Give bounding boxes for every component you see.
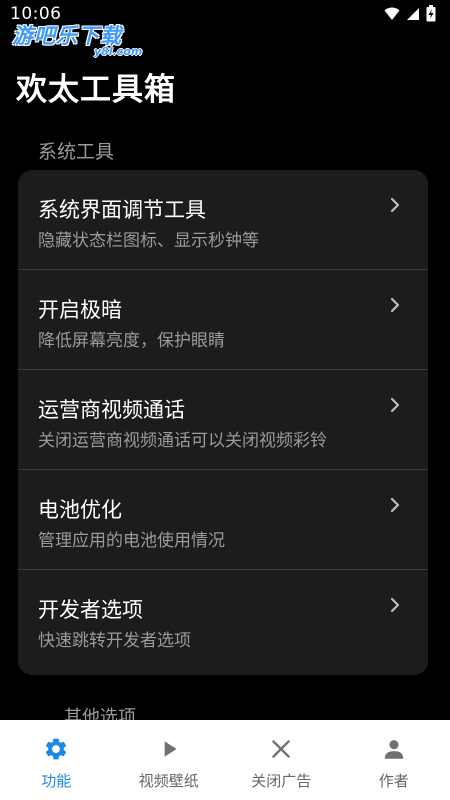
nav-item-video-wallpaper[interactable]: 视频壁纸 (113, 720, 226, 800)
nav-item-close-ads[interactable]: 关闭广告 (225, 720, 338, 800)
item-subtitle: 降低屏幕亮度，保护眼睛 (38, 331, 225, 351)
item-title: 开启极暗 (38, 298, 122, 322)
nav-label: 关闭广告 (251, 772, 312, 790)
list-item-developer-options[interactable]: 开发者选项 快速跳转开发者选项 (18, 570, 428, 670)
chevron-right-icon (390, 297, 400, 313)
status-icons (384, 5, 436, 22)
nav-label: 功能 (41, 772, 72, 790)
item-title: 电池优化 (38, 498, 122, 522)
nav-item-author[interactable]: 作者 (338, 720, 450, 800)
play-icon (164, 741, 177, 757)
item-subtitle: 隐藏状态栏图标、显示秒钟等 (38, 231, 259, 251)
wifi-icon (384, 7, 400, 20)
app-title: 欢太工具箱 (16, 72, 176, 108)
section-label-system-tools: 系统工具 (38, 141, 115, 163)
list-item-system-ui-tuner[interactable]: 系统界面调节工具 隐藏状态栏图标、显示秒钟等 (18, 170, 428, 270)
chevron-right-icon (390, 497, 400, 513)
item-subtitle: 快速跳转开发者选项 (38, 631, 191, 651)
screen: 10:06 游吧乐下载 y8l.com 欢太工具箱 系统工具 系统界面调节工具 … (0, 0, 450, 800)
item-title: 开发者选项 (38, 598, 143, 622)
list-item-extra-dim[interactable]: 开启极暗 降低屏幕亮度，保护眼睛 (18, 270, 428, 370)
nav-label: 作者 (378, 772, 409, 790)
item-title: 运营商视频通话 (38, 398, 185, 422)
chevron-right-icon (390, 597, 400, 613)
nav-item-features[interactable]: 功能 (0, 720, 113, 800)
nav-label: 视频壁纸 (138, 772, 199, 790)
close-icon (272, 740, 291, 758)
system-tools-card: 系统界面调节工具 隐藏状态栏图标、显示秒钟等 开启极暗 降低屏幕亮度，保护眼睛 … (18, 170, 428, 675)
list-item-battery-optimization[interactable]: 电池优化 管理应用的电池使用情况 (18, 470, 428, 570)
item-subtitle: 关闭运营商视频通话可以关闭视频彩铃 (38, 431, 327, 451)
person-icon (384, 740, 403, 759)
battery-charging-icon (426, 5, 436, 22)
bottom-nav: 功能 视频壁纸 关闭广告 作者 (0, 720, 450, 800)
chevron-right-icon (390, 197, 400, 213)
watermark-sub-text: y8l.com (94, 45, 143, 58)
chevron-right-icon (390, 397, 400, 413)
item-subtitle: 管理应用的电池使用情况 (38, 531, 225, 551)
list-item-carrier-video-call[interactable]: 运营商视频通话 关闭运营商视频通话可以关闭视频彩铃 (18, 370, 428, 470)
item-title: 系统界面调节工具 (38, 198, 206, 222)
signal-icon (407, 7, 419, 20)
gear-icon (46, 738, 67, 760)
watermark-logo: 游吧乐下载 y8l.com (12, 18, 152, 62)
